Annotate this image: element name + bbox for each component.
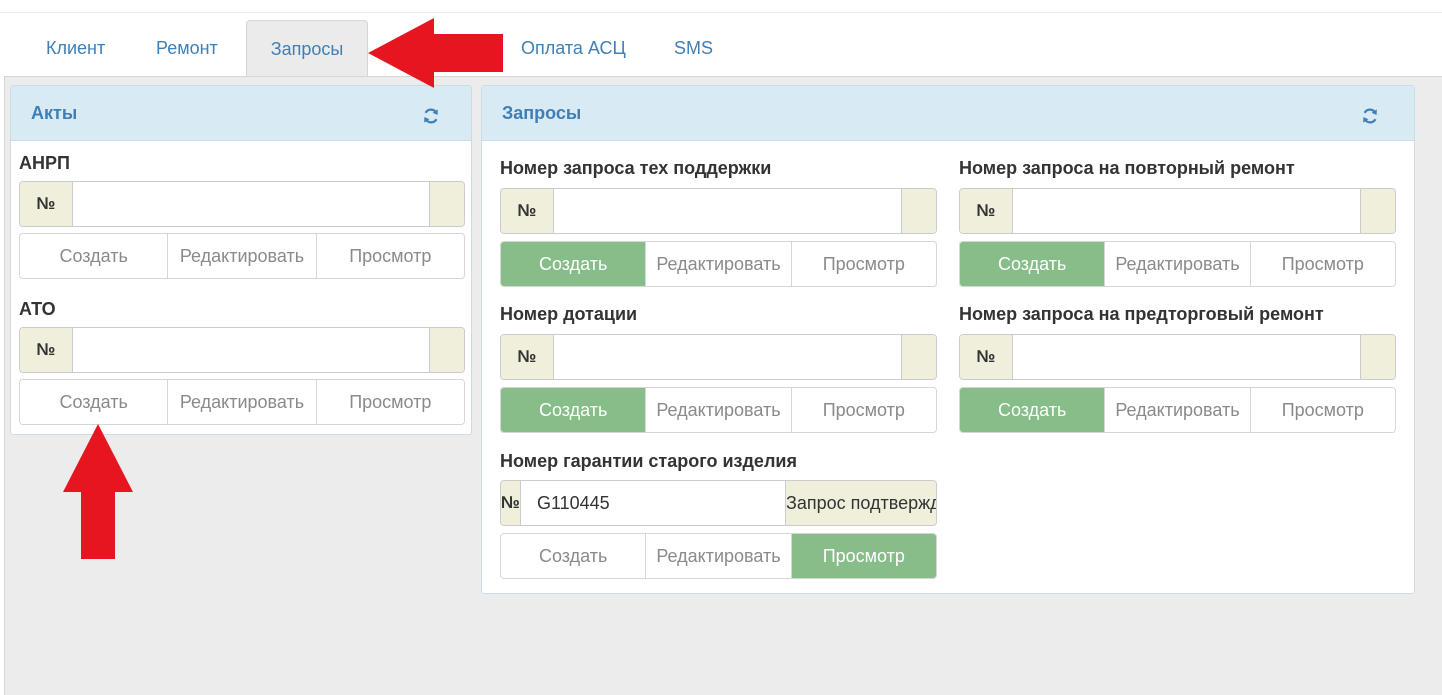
tab-bar: Клиент Ремонт Запросы Оплата АСЦ SMS	[0, 20, 1442, 77]
old-warranty-number-input[interactable]	[520, 481, 785, 525]
old-warranty-label: Номер гарантии старого изделия	[500, 451, 797, 471]
subsidy-input-group: №	[500, 334, 937, 380]
anrp-create-button[interactable]: Создать	[20, 234, 168, 278]
tech-support-edit-button[interactable]: Редактировать	[645, 242, 791, 286]
number-prefix: №	[960, 189, 1013, 233]
repeat-repair-create-button[interactable]: Создать	[960, 242, 1105, 286]
request-confirmed-status: Запрос подтвержден	[784, 481, 936, 525]
refresh-icon[interactable]	[421, 106, 441, 126]
anrp-number-input[interactable]	[73, 182, 429, 226]
ato-create-button[interactable]: Создать	[20, 380, 168, 424]
old-warranty-input-group: № Запрос подтвержден	[500, 480, 937, 526]
anrp-input-group: №	[19, 181, 465, 227]
anrp-view-button[interactable]: Просмотр	[315, 234, 464, 278]
tech-support-view-button[interactable]: Просмотр	[790, 242, 936, 286]
old-warranty-create-button[interactable]: Создать	[501, 534, 646, 578]
tab-client[interactable]: Клиент	[24, 20, 127, 77]
old-warranty-view-button[interactable]: Просмотр	[790, 534, 936, 578]
anrp-group: АНРП № Создать Редактировать Просмотр	[19, 152, 465, 292]
anrp-edit-button[interactable]: Редактировать	[167, 234, 316, 278]
tech-support-number-input[interactable]	[554, 189, 901, 233]
tab-requests[interactable]: Запросы	[246, 20, 368, 77]
presale-repair-request-group: Номер запроса на предторговый ремонт № С…	[959, 303, 1396, 443]
subsidy-create-button[interactable]: Создать	[501, 388, 646, 432]
tech-support-request-label: Номер запроса тех поддержки	[500, 158, 772, 178]
ato-number-input[interactable]	[73, 328, 429, 372]
ato-edit-button[interactable]: Редактировать	[167, 380, 316, 424]
number-prefix: №	[501, 189, 554, 233]
old-warranty-button-group: Создать Редактировать Просмотр	[500, 533, 937, 579]
repeat-repair-request-group: Номер запроса на повторный ремонт № Созд…	[959, 157, 1396, 297]
red-arrow-left-icon	[368, 18, 503, 88]
anrp-button-group: Создать Редактировать Просмотр	[19, 233, 465, 279]
presale-repair-button-group: Создать Редактировать Просмотр	[959, 387, 1396, 433]
presale-repair-edit-button[interactable]: Редактировать	[1104, 388, 1250, 432]
number-prefix: №	[501, 335, 554, 379]
subsidy-edit-button[interactable]: Редактировать	[645, 388, 791, 432]
repeat-repair-input-group: №	[959, 188, 1396, 234]
number-prefix: №	[20, 182, 73, 226]
refresh-icon[interactable]	[1360, 106, 1380, 126]
subsidy-group: Номер дотации № Создать Редактировать Пр…	[500, 303, 937, 443]
old-warranty-group: Номер гарантии старого изделия № Запрос …	[500, 450, 937, 590]
subsidy-label: Номер дотации	[500, 304, 638, 324]
number-prefix: №	[20, 328, 73, 372]
subsidy-button-group: Создать Редактировать Просмотр	[500, 387, 937, 433]
repeat-repair-edit-button[interactable]: Редактировать	[1104, 242, 1250, 286]
red-arrow-up-icon	[63, 424, 133, 559]
presale-repair-create-button[interactable]: Создать	[960, 388, 1105, 432]
ato-view-button[interactable]: Просмотр	[315, 380, 464, 424]
top-divider	[0, 12, 1442, 13]
presale-repair-view-button[interactable]: Просмотр	[1249, 388, 1395, 432]
repeat-repair-number-input[interactable]	[1013, 189, 1360, 233]
tech-support-create-button[interactable]: Создать	[501, 242, 646, 286]
acts-panel: Акты АНРП № Создать Редактировать Просмо…	[10, 85, 472, 435]
requests-panel-header: Запросы	[482, 86, 1414, 141]
ato-status-addon	[429, 328, 464, 372]
tech-support-button-group: Создать Редактировать Просмотр	[500, 241, 937, 287]
presale-repair-input-group: №	[959, 334, 1396, 380]
subsidy-view-button[interactable]: Просмотр	[790, 388, 936, 432]
presale-repair-status-addon	[1360, 335, 1395, 379]
ato-label: АТО	[19, 299, 56, 319]
tech-support-request-group: Номер запроса тех поддержки № Создать Ре…	[500, 157, 937, 297]
acts-panel-title: Акты	[31, 102, 78, 123]
tab-sms[interactable]: SMS	[652, 20, 735, 77]
requests-panel: Запросы Номер запроса тех поддержки № Со…	[481, 85, 1415, 594]
ato-button-group: Создать Редактировать Просмотр	[19, 379, 465, 425]
anrp-status-addon	[429, 182, 464, 226]
ato-group: АТО № Создать Редактировать Просмотр	[19, 298, 465, 438]
tab-content-area: Акты АНРП № Создать Редактировать Просмо…	[4, 76, 1442, 695]
presale-repair-request-label: Номер запроса на предторговый ремонт	[959, 304, 1324, 324]
repeat-repair-view-button[interactable]: Просмотр	[1249, 242, 1395, 286]
tech-support-status-addon	[901, 189, 936, 233]
tech-support-input-group: №	[500, 188, 937, 234]
anrp-label: АНРП	[19, 153, 70, 173]
subsidy-number-input[interactable]	[554, 335, 901, 379]
number-prefix: №	[960, 335, 1013, 379]
presale-repair-number-input[interactable]	[1013, 335, 1360, 379]
subsidy-status-addon	[901, 335, 936, 379]
number-prefix: №	[501, 481, 521, 525]
requests-panel-title: Запросы	[502, 102, 582, 123]
repeat-repair-button-group: Создать Редактировать Просмотр	[959, 241, 1396, 287]
tab-asc-payment[interactable]: Оплата АСЦ	[499, 20, 648, 77]
acts-panel-header: Акты	[11, 86, 471, 141]
old-warranty-edit-button[interactable]: Редактировать	[645, 534, 791, 578]
repeat-repair-request-label: Номер запроса на повторный ремонт	[959, 158, 1295, 178]
tab-repair[interactable]: Ремонт	[134, 20, 240, 77]
ato-input-group: №	[19, 327, 465, 373]
repeat-repair-status-addon	[1360, 189, 1395, 233]
